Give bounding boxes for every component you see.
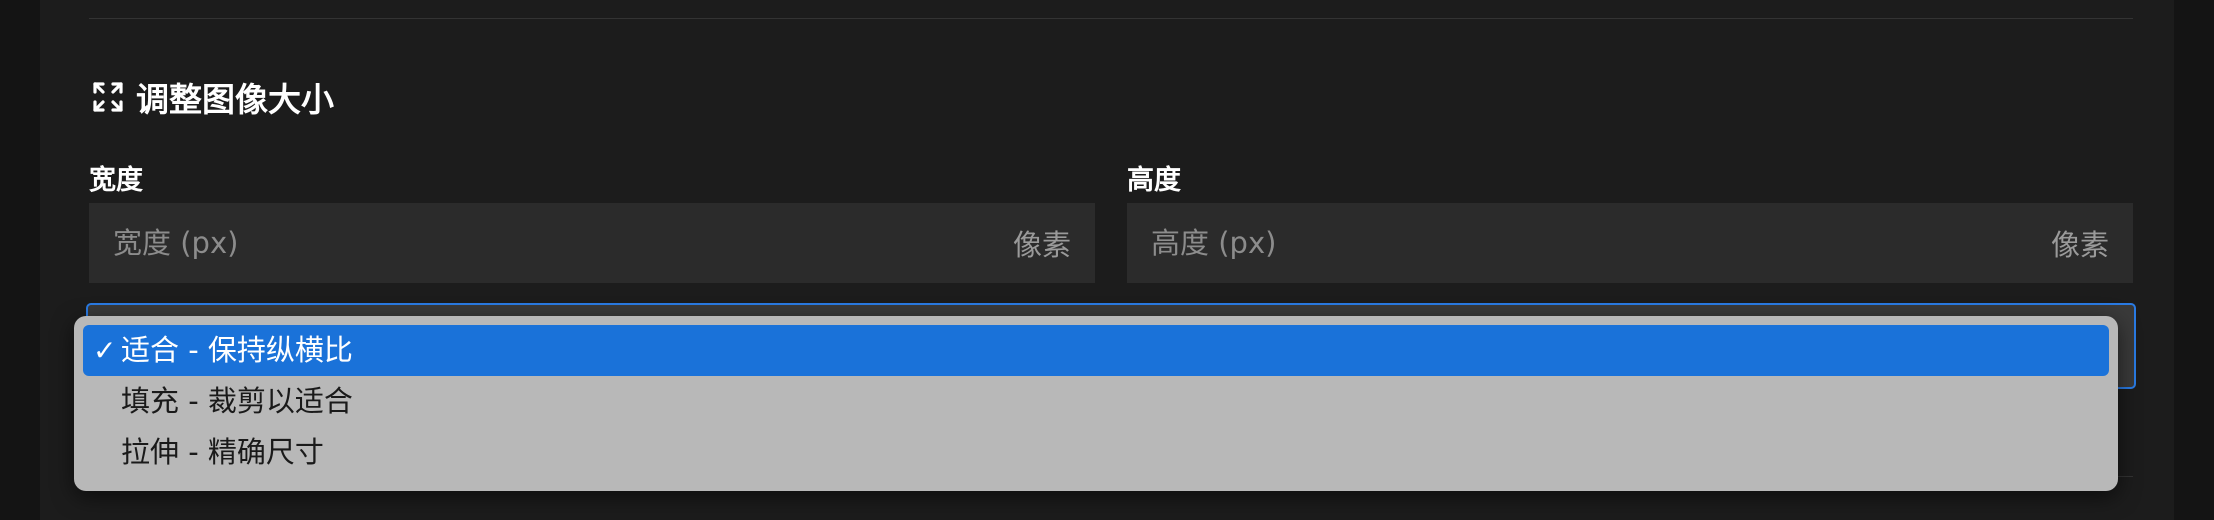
height-label: 高度 <box>1127 165 1181 196</box>
width-input-wrapper: 像素 <box>89 203 1095 283</box>
option-label: 拉伸 - 精确尺寸 <box>121 435 324 469</box>
width-input[interactable] <box>113 226 1001 260</box>
height-input-wrapper: 像素 <box>1127 203 2133 283</box>
option-label: 适合 - 保持纵横比 <box>121 333 353 367</box>
resize-section-header: 调整图像大小 <box>92 74 334 120</box>
height-unit-label: 像素 <box>2050 228 2109 262</box>
fit-mode-option-fit[interactable]: ✓ 适合 - 保持纵横比 <box>83 325 2109 376</box>
expand-icon <box>92 81 124 113</box>
width-label: 宽度 <box>89 165 143 196</box>
checkmark-icon: ✓ <box>93 334 117 367</box>
width-unit-label: 像素 <box>1012 228 1071 262</box>
fit-mode-option-stretch[interactable]: 拉伸 - 精确尺寸 <box>83 427 2109 478</box>
height-input[interactable] <box>1151 226 2039 260</box>
fit-mode-option-fill[interactable]: 填充 - 裁剪以适合 <box>83 376 2109 427</box>
section-divider-top <box>89 18 2133 19</box>
fit-mode-dropdown-menu: ✓ 适合 - 保持纵横比 填充 - 裁剪以适合 拉伸 - 精确尺寸 <box>74 316 2118 491</box>
option-label: 填充 - 裁剪以适合 <box>121 384 353 418</box>
section-title: 调整图像大小 <box>136 80 334 119</box>
